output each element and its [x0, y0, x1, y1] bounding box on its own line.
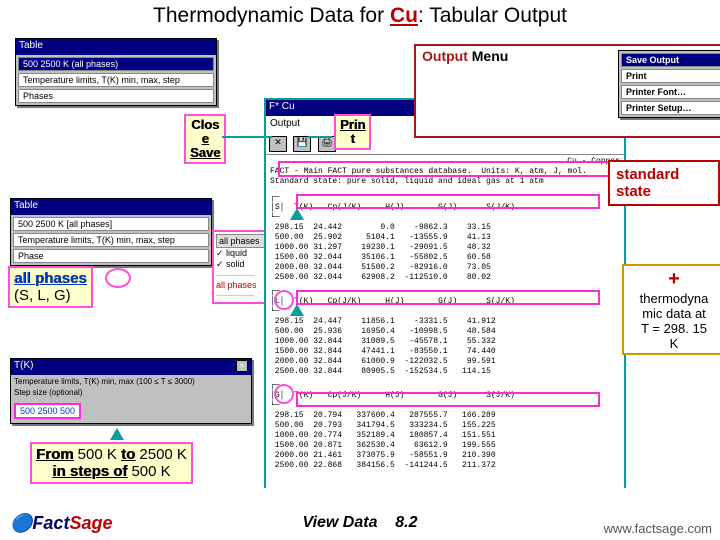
page-title: Thermodynamic Data for Cu: Tabular Outpu…	[0, 4, 720, 28]
menu-row-range[interactable]: 500 2500 K [all phases]	[13, 217, 209, 231]
title-cu: Cu	[390, 4, 418, 27]
arrow-up-icon	[290, 208, 304, 220]
highlight-298-G	[296, 392, 600, 407]
standard-state-callout: standard state	[608, 160, 720, 206]
table-row: 1500.00 32.044 35106.1 -55802.5 60.58	[270, 253, 620, 263]
range-input[interactable]: 500 2500 500	[14, 403, 81, 419]
table-row: 1000.00 20.774 352189.4 180857.4 151.551	[270, 431, 620, 441]
table-row: 500.00 25.902 5104.1 -13555.9 41.13	[270, 233, 620, 243]
arrow-line	[308, 136, 332, 138]
arrow-up-icon	[290, 304, 304, 316]
all-phases-slg: (S, L, G)	[14, 287, 71, 304]
table-row: 1000.00 31.297 19230.1 -29091.5 48.32	[270, 243, 620, 253]
range-help-2: Step size (optional)	[11, 388, 251, 399]
table-menu-1[interactable]: Table 500 2500 K (all phases) Temperatur…	[15, 38, 217, 106]
menu-item-setup[interactable]: Printer Setup…	[621, 101, 720, 115]
table-row: 2500.00 32.044 62908.2 -112510.0 80.02	[270, 273, 620, 283]
table-row: 1500.00 20.871 362530.4 63612.9 199.555	[270, 441, 620, 451]
menu-item-font[interactable]: Printer Font…	[621, 85, 720, 99]
close-tool-icon[interactable]: ✕	[269, 136, 287, 152]
titlebar: Table	[11, 199, 211, 215]
all-phases-callout: all phases (S, L, G)	[8, 266, 93, 308]
table-row: 500.00 20.793 341794.5 333234.5 155.225	[270, 421, 620, 431]
ring-G	[274, 384, 294, 404]
thermo-298-callout: + thermodyna mic data at T = 298. 15 K	[622, 264, 720, 355]
menu-row-limits[interactable]: Temperature limits, T(K) min, max, step	[13, 233, 209, 247]
all-phases-link-text: all phases	[14, 270, 87, 287]
menu-row-phase[interactable]: Phase	[13, 249, 209, 263]
menu-row-limits[interactable]: Temperature limits, T(K) min, max, step	[18, 73, 214, 87]
output-menu-callout: Output Menu Save Output Print Printer Fo…	[414, 44, 720, 138]
range-help-1: Temperature limits, T(K) min, max (100 ≤…	[11, 375, 251, 388]
footer-url: www.factsage.com	[604, 521, 712, 536]
menu-item-save[interactable]: Save Output	[621, 53, 720, 67]
close-save-label: CloseSave	[184, 114, 226, 164]
table-row: 298.15 24.447 11856.1 -3331.5 41.912	[270, 317, 620, 327]
table-row: 2500.00 32.844 80905.5 -152534.5 114.15	[270, 367, 620, 377]
table-row: 298.15 24.442 0.0 -9862.3 33.15	[270, 223, 620, 233]
titlebar: T(K)×	[11, 359, 251, 375]
highlight-298-L	[296, 290, 600, 305]
table-row: 2500.00 22.868 384156.5 -141244.5 211.37…	[270, 461, 620, 471]
highlight-ring	[105, 268, 131, 288]
title-text-b: : Tabular Output	[418, 4, 567, 27]
arrow-up-icon	[110, 428, 124, 440]
highlight-std-state	[278, 161, 614, 177]
file-output-dropdown[interactable]: Save Output Print Printer Font… Printer …	[618, 50, 720, 118]
arrow-line	[222, 136, 272, 138]
highlight-298-S	[296, 194, 600, 209]
print-label: Print	[334, 114, 371, 150]
save-tool-icon[interactable]: 💾	[293, 136, 311, 152]
menu-item-print[interactable]: Print	[621, 69, 720, 83]
menu-row-range[interactable]: 500 2500 K (all phases)	[18, 57, 214, 71]
phase-label-S: S	[275, 203, 280, 212]
table-row: 500.00 25.936 16950.4 -10998.5 48.584	[270, 327, 620, 337]
table-row: 2000.00 32.844 61000.9 -122032.5 99.591	[270, 357, 620, 367]
table-row: 2000.00 21.461 373075.9 -58551.9 210.390	[270, 451, 620, 461]
table-row: 298.15 20.794 337600.4 287555.7 166.289	[270, 411, 620, 421]
from-to-callout: From 500 K to 2500 K in steps of 500 K	[30, 442, 193, 484]
data-header-3: Standard state: pure solid, liquid and i…	[270, 177, 620, 187]
table-row: 2000.00 32.044 51500.2 -82916.0 73.05	[270, 263, 620, 273]
range-window[interactable]: T(K)× Temperature limits, T(K) min, max …	[10, 358, 252, 424]
title-text-a: Thermodynamic Data for	[153, 4, 390, 27]
menu-row-phases[interactable]: Phases	[18, 89, 214, 103]
table-row: 1500.00 32.844 47441.1 -83550.1 74.440	[270, 347, 620, 357]
table-menu-2[interactable]: Table 500 2500 K [all phases] Temperatur…	[10, 198, 212, 266]
titlebar: Table	[16, 39, 216, 55]
table-row: 1000.00 32.844 31089.5 -45578.1 55.332	[270, 337, 620, 347]
